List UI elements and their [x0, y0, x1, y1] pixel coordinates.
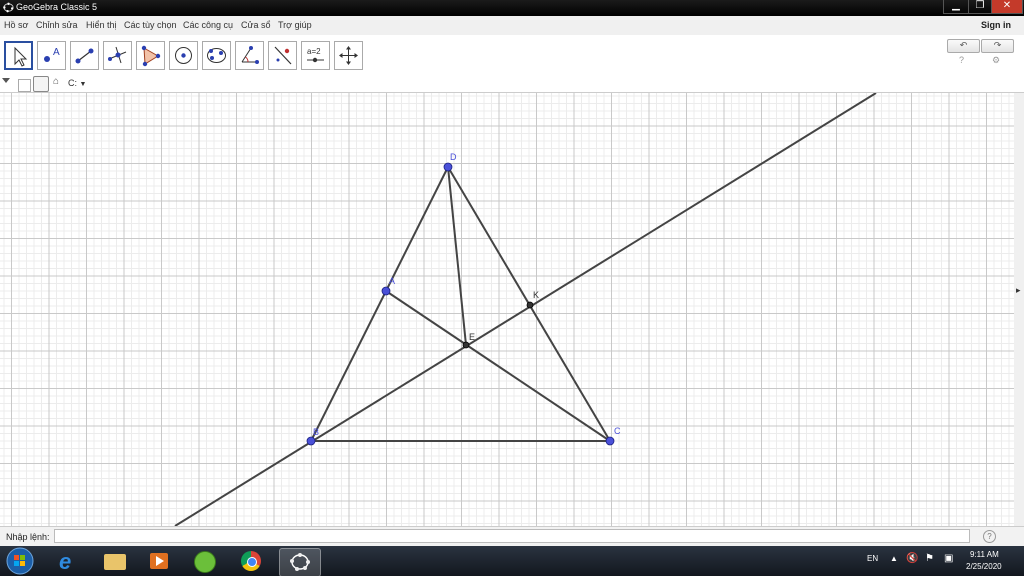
- circle-tool[interactable]: [169, 41, 198, 70]
- polygon-icon: [141, 45, 161, 67]
- point-icon: A: [44, 47, 60, 62]
- line-bk[interactable]: [174, 93, 877, 526]
- command-input[interactable]: [54, 529, 970, 543]
- geogebra-icon[interactable]: [279, 548, 321, 577]
- menu-help[interactable]: Trợ giúp: [278, 20, 312, 30]
- network-icon[interactable]: ⚑: [925, 553, 934, 564]
- move-arrows-icon: [339, 46, 358, 65]
- menu-tools[interactable]: Các công cụ: [183, 20, 233, 30]
- home-icon[interactable]: ⌂: [53, 76, 59, 87]
- toolbar: A a=2 ↶ ↷ ? ⚙: [0, 35, 1024, 75]
- move-view-tool[interactable]: [334, 41, 363, 70]
- menu-window[interactable]: Cửa sổ: [241, 20, 271, 30]
- reflect-icon: [274, 46, 292, 65]
- point-b[interactable]: [306, 436, 316, 446]
- help-icon[interactable]: ?: [959, 55, 964, 65]
- point-a[interactable]: [381, 286, 391, 296]
- style-bar: ⌂ C: ▼: [0, 75, 1024, 93]
- start-button[interactable]: [5, 547, 35, 575]
- redo-icon: ↷: [993, 40, 1002, 50]
- action-center-icon[interactable]: ▣: [944, 553, 953, 564]
- polygon-tool[interactable]: [136, 41, 165, 70]
- label-b[interactable]: B: [313, 427, 319, 437]
- help-icon[interactable]: ?: [983, 530, 996, 543]
- chrome-icon[interactable]: [233, 548, 271, 575]
- angle-icon: [241, 46, 259, 64]
- taskbar: e EN ▲ 🔇 ⚑ ▣ 9:11 AM 2/25/2020: [0, 546, 1024, 577]
- cursor-arrow-icon: [14, 46, 28, 67]
- media-player-icon[interactable]: [140, 548, 178, 575]
- triangle-collapse-icon[interactable]: [2, 78, 10, 84]
- menu-bar: Hồ sơ Chỉnh sửa Hiển thị Các tùy chọn Cá…: [0, 16, 1024, 36]
- move-tool[interactable]: [4, 41, 33, 70]
- circle-icon: [175, 47, 192, 64]
- internet-explorer-icon[interactable]: e: [50, 548, 88, 575]
- segment-icon: [75, 48, 94, 64]
- menu-ho-so[interactable]: Hồ sơ: [4, 20, 28, 30]
- coord-style-dropdown[interactable]: C: ▼: [68, 78, 86, 88]
- language-indicator[interactable]: EN: [867, 554, 878, 563]
- input-bar: Nhập lệnh: ?: [0, 526, 1024, 547]
- reflect-tool[interactable]: [268, 41, 297, 70]
- coord-label: C:: [68, 78, 77, 88]
- point-d[interactable]: [443, 162, 453, 172]
- undo-icon: ↶: [959, 40, 968, 50]
- minimize-button[interactable]: ▁: [943, 0, 969, 14]
- show-hidden-icons-icon[interactable]: ▲: [890, 554, 898, 563]
- ellipse-icon: [207, 48, 226, 63]
- clock-date[interactable]: 2/25/2020: [966, 562, 1002, 571]
- label-a[interactable]: A: [389, 276, 395, 286]
- clock-time[interactable]: 9:11 AM: [970, 550, 999, 559]
- cococ-browser-icon[interactable]: [186, 548, 224, 575]
- segment-ac[interactable]: [385, 290, 611, 442]
- point-e[interactable]: [462, 341, 470, 349]
- input-bar-label: Nhập lệnh:: [6, 532, 50, 542]
- geogebra-app-icon: [3, 2, 14, 13]
- label-k[interactable]: K: [533, 290, 539, 300]
- settings-gear-icon[interactable]: ⚙: [992, 55, 1000, 66]
- label-e[interactable]: E: [469, 332, 475, 342]
- close-button[interactable]: ✕: [991, 0, 1023, 14]
- point-k[interactable]: [526, 301, 534, 309]
- label-c[interactable]: C: [614, 426, 621, 436]
- label-d[interactable]: D: [450, 152, 457, 162]
- slider-tool[interactable]: a=2: [301, 41, 330, 70]
- point-tool[interactable]: A: [37, 41, 66, 70]
- file-explorer-icon[interactable]: [96, 548, 134, 575]
- svg-text:A: A: [53, 47, 60, 58]
- undo-button[interactable]: ↶: [947, 39, 980, 53]
- slider-icon: a=2: [307, 47, 324, 63]
- menu-view[interactable]: Hiển thị: [86, 20, 117, 30]
- perpendicular-tool[interactable]: [103, 41, 132, 70]
- graphics-view[interactable]: D A K E B C: [0, 93, 1014, 526]
- slider-text: a=2: [307, 47, 321, 56]
- redo-button[interactable]: ↷: [981, 39, 1014, 53]
- chevron-down-icon: ▼: [79, 81, 87, 88]
- ellipse-tool[interactable]: [202, 41, 231, 70]
- show-axes-toggle[interactable]: [18, 79, 31, 92]
- show-grid-toggle[interactable]: [33, 76, 49, 92]
- geometry-drawing: D A K E B C: [174, 93, 877, 526]
- point-c[interactable]: [605, 436, 615, 446]
- volume-muted-icon[interactable]: 🔇: [906, 553, 918, 564]
- perpendicular-line-icon: [108, 46, 127, 64]
- window-title: GeoGebra Classic 5: [16, 2, 98, 12]
- title-bar: GeoGebra Classic 5 ▁ ❐ ✕: [0, 0, 1024, 16]
- segment-tool[interactable]: [70, 41, 99, 70]
- menu-edit[interactable]: Chỉnh sửa: [36, 20, 78, 30]
- sign-in-link[interactable]: Sign in: [981, 20, 1011, 30]
- angle-tool[interactable]: [235, 41, 264, 70]
- restore-button[interactable]: ❐: [968, 0, 992, 14]
- view-side-handle[interactable]: ▸: [1014, 93, 1024, 526]
- collapse-arrow-icon[interactable]: ▸: [1016, 285, 1021, 296]
- menu-options[interactable]: Các tùy chọn: [124, 20, 177, 30]
